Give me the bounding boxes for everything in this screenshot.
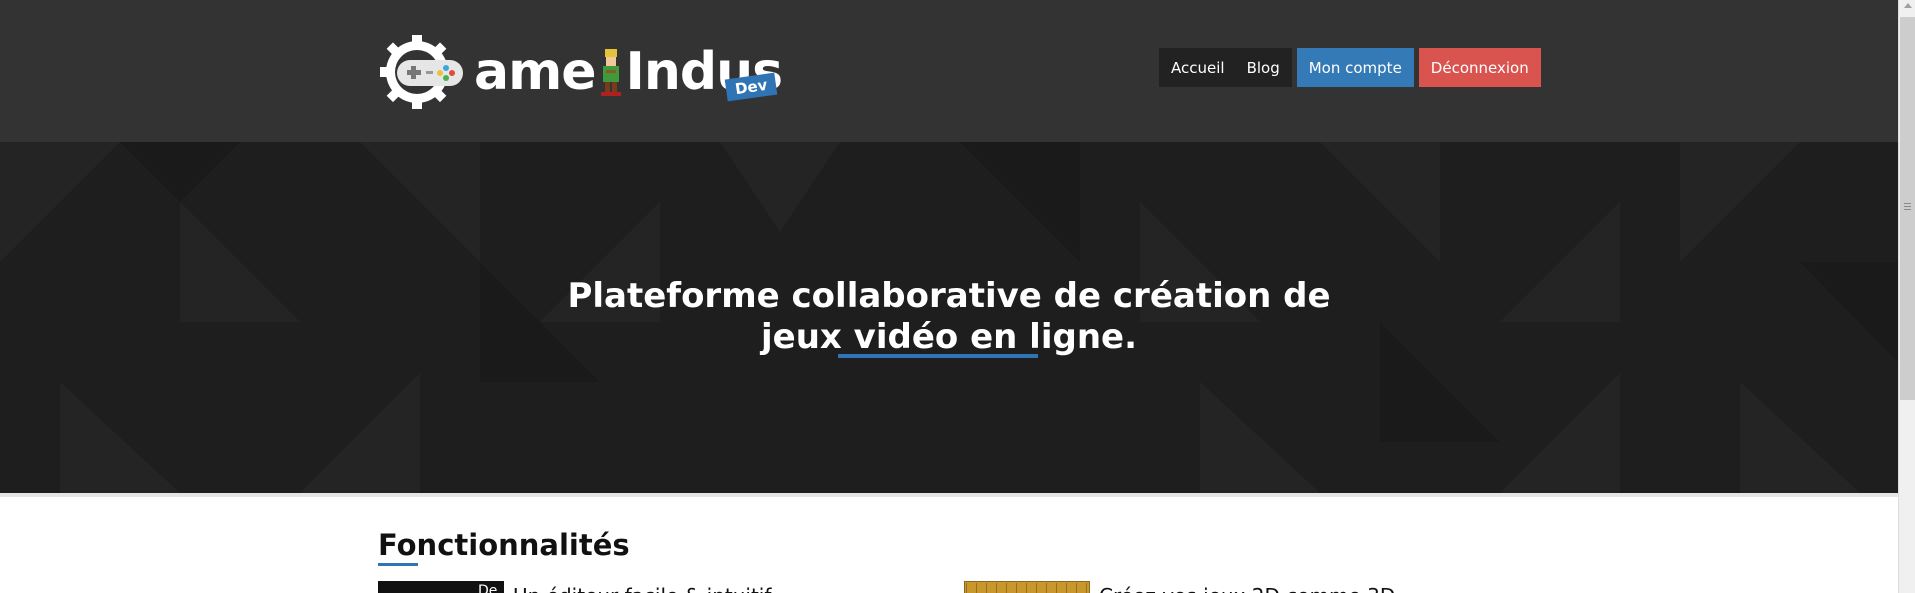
grip-line-icon (1904, 209, 1911, 210)
hero-title-line-1: Plateforme collaborative de création de (567, 276, 1331, 316)
tile-grid-icon (966, 583, 1088, 593)
features-title-underline (378, 563, 418, 566)
logout-button[interactable]: Déconnexion (1418, 48, 1541, 87)
feature-title-2d-3d: Créez vos jeux 2D comme 3D (1099, 584, 1395, 593)
feature-thumbnail-editor-text: De (478, 583, 498, 593)
scrollbar-thumb[interactable] (1900, 17, 1915, 400)
features-title: Fonctionnalités (378, 528, 630, 562)
my-account-button[interactable]: Mon compte (1296, 48, 1414, 87)
grip-line-icon (1904, 206, 1911, 207)
page: ame Indus Dev Accueil Blog Mon compte Dé… (0, 0, 1898, 593)
scroll-up-arrow-icon[interactable] (1904, 3, 1912, 8)
feature-title-editor: Un éditeur facile & intuitif (513, 584, 771, 593)
main-nav: Accueil Blog Mon compte Déconnexion (1159, 48, 1541, 87)
nav-group-plain: Accueil Blog (1159, 48, 1292, 87)
site-header: ame Indus Dev Accueil Blog Mon compte Dé… (0, 0, 1898, 142)
hero-divider (0, 493, 1898, 497)
grip-line-icon (1904, 203, 1911, 204)
hero-banner: Plateforme collaborative de création de … (0, 142, 1898, 493)
nav-home-link[interactable]: Accueil (1159, 48, 1235, 87)
nav-blog-link[interactable]: Blog (1234, 48, 1292, 87)
hero-title-line-2: jeux vidéo en ligne. (760, 317, 1138, 357)
site-logo[interactable]: ame Indus Dev (378, 32, 783, 112)
vertical-scrollbar[interactable] (1898, 0, 1915, 593)
pixel-hero-icon (600, 49, 621, 96)
gamepad-gear-icon (380, 35, 463, 109)
hero-title: Plateforme collaborative de création de … (0, 276, 1898, 358)
hero-highlight-underline (838, 354, 1038, 358)
logo-text-start: ame (474, 42, 597, 102)
